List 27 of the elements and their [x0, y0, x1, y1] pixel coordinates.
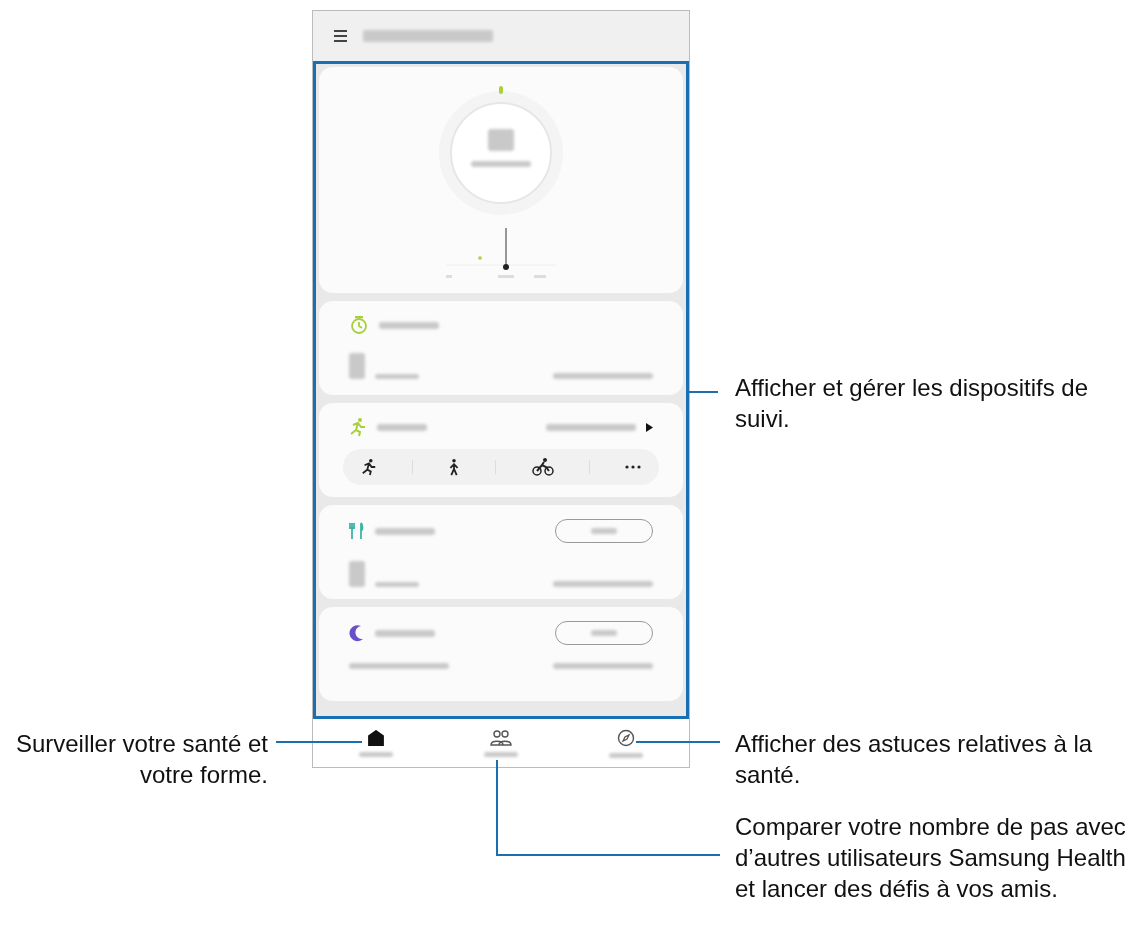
runner-icon — [349, 417, 367, 437]
home-icon — [366, 729, 385, 746]
blurred-text — [379, 321, 439, 329]
callout-text: Afficher des astuces relatives à la santé. — [735, 729, 1094, 790]
walker-icon[interactable] — [448, 458, 461, 476]
callout-text: Surveiller votre santé et votre forme. — [14, 729, 268, 790]
more-icon[interactable] — [625, 465, 642, 469]
blurred-text — [349, 353, 365, 379]
people-icon — [490, 729, 512, 746]
callout-text: Afficher et gérer les dispositifs de suivi. — [735, 373, 1090, 434]
moon-icon — [349, 624, 365, 642]
runner-icon[interactable] — [360, 458, 377, 476]
menu-icon[interactable] — [333, 29, 349, 43]
blurred-text — [471, 161, 531, 167]
blurred-text — [349, 561, 365, 587]
blurred-text — [377, 423, 427, 431]
blurred-text — [375, 374, 419, 379]
blurred-text — [375, 629, 435, 637]
compass-icon — [617, 728, 636, 747]
bicycle-icon[interactable] — [531, 458, 554, 476]
play-icon[interactable] — [646, 422, 653, 432]
fork-knife-icon — [349, 522, 365, 540]
blurred-text — [375, 527, 435, 535]
blurred-text — [488, 129, 514, 151]
callout-text: Comparer votre nombre de pas avec d’autres utilisateurs Samsung Health et lancer des défis à vos amis. — [735, 812, 1127, 904]
timer-icon — [349, 315, 369, 335]
blurred-text — [375, 582, 419, 587]
